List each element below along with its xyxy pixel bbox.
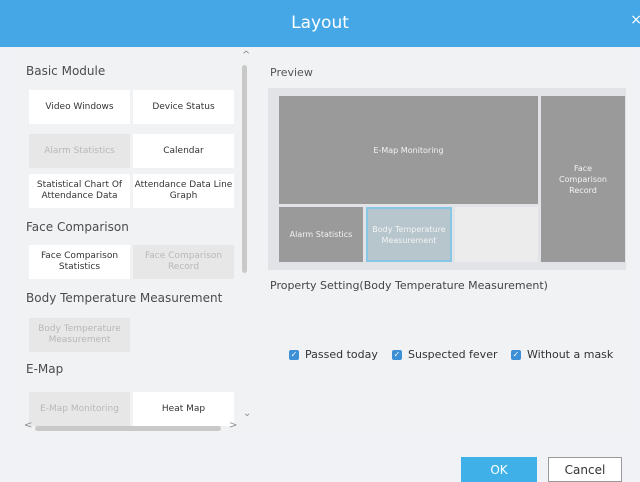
preview-emap-monitoring[interactable]: E-Map Monitoring [279,96,538,204]
preview-face-comparison-record[interactable]: Face Comparison Record [541,96,625,262]
section-body-temperature: Body Temperature Measurement [26,291,223,305]
module-heat-map[interactable]: Heat Map [133,392,234,426]
module-body-temperature-measurement: Body Temperature Measurement [29,318,130,352]
checkbox-passed-today[interactable]: ✓ Passed today [289,348,378,361]
cancel-button[interactable]: Cancel [548,457,622,482]
preview-alarm-statistics[interactable]: Alarm Statistics [279,207,363,262]
vertical-scrollbar[interactable] [242,65,247,273]
property-setting-label: Property Setting(Body Temperature Measur… [270,279,548,292]
checkbox-checked-icon[interactable]: ✓ [392,349,402,360]
ok-button[interactable]: OK [461,457,537,482]
module-calendar[interactable]: Calendar [133,134,234,168]
checkbox-without-mask[interactable]: ✓ Without a mask [511,348,613,361]
module-face-comparison-statistics[interactable]: Face Comparison Statistics [29,245,130,279]
checkbox-label: Suspected fever [408,348,498,361]
module-statistical-chart-attendance[interactable]: Statistical Chart Of Attendance Data [29,174,130,208]
checkbox-checked-icon[interactable]: ✓ [511,349,521,360]
section-basic-module: Basic Module [26,64,106,78]
section-face-comparison: Face Comparison [26,220,129,234]
preview-empty-slot[interactable] [455,207,538,262]
scroll-left-icon[interactable]: < [24,420,32,431]
preview-body-temperature-measurement[interactable]: Body Temperature Measurement [366,207,452,262]
module-device-status[interactable]: Device Status [133,90,234,124]
scroll-up-icon[interactable]: ^ [242,50,250,61]
checkbox-checked-icon[interactable]: ✓ [289,349,299,360]
checkbox-label: Without a mask [527,348,614,361]
module-emap-monitoring: E-Map Monitoring [29,392,130,426]
module-face-comparison-record: Face Comparison Record [133,245,234,279]
close-icon[interactable]: × [630,12,640,28]
module-video-windows[interactable]: Video Windows [29,90,130,124]
module-alarm-statistics: Alarm Statistics [29,134,130,168]
checkbox-suspected-fever[interactable]: ✓ Suspected fever [392,348,497,361]
module-list-panel: Basic Module Video Windows Device Status… [12,50,262,436]
horizontal-scrollbar[interactable] [35,426,221,431]
section-emap: E-Map [26,362,64,376]
window-title: Layout [291,13,349,33]
scroll-right-icon[interactable]: > [229,420,237,431]
scroll-down-icon[interactable]: ⌄ [243,408,251,419]
module-attendance-line-graph[interactable]: Attendance Data Line Graph [133,174,234,208]
dialog-footer [0,438,640,482]
checkbox-label: Passed today [305,348,378,361]
preview-label: Preview [270,66,313,79]
